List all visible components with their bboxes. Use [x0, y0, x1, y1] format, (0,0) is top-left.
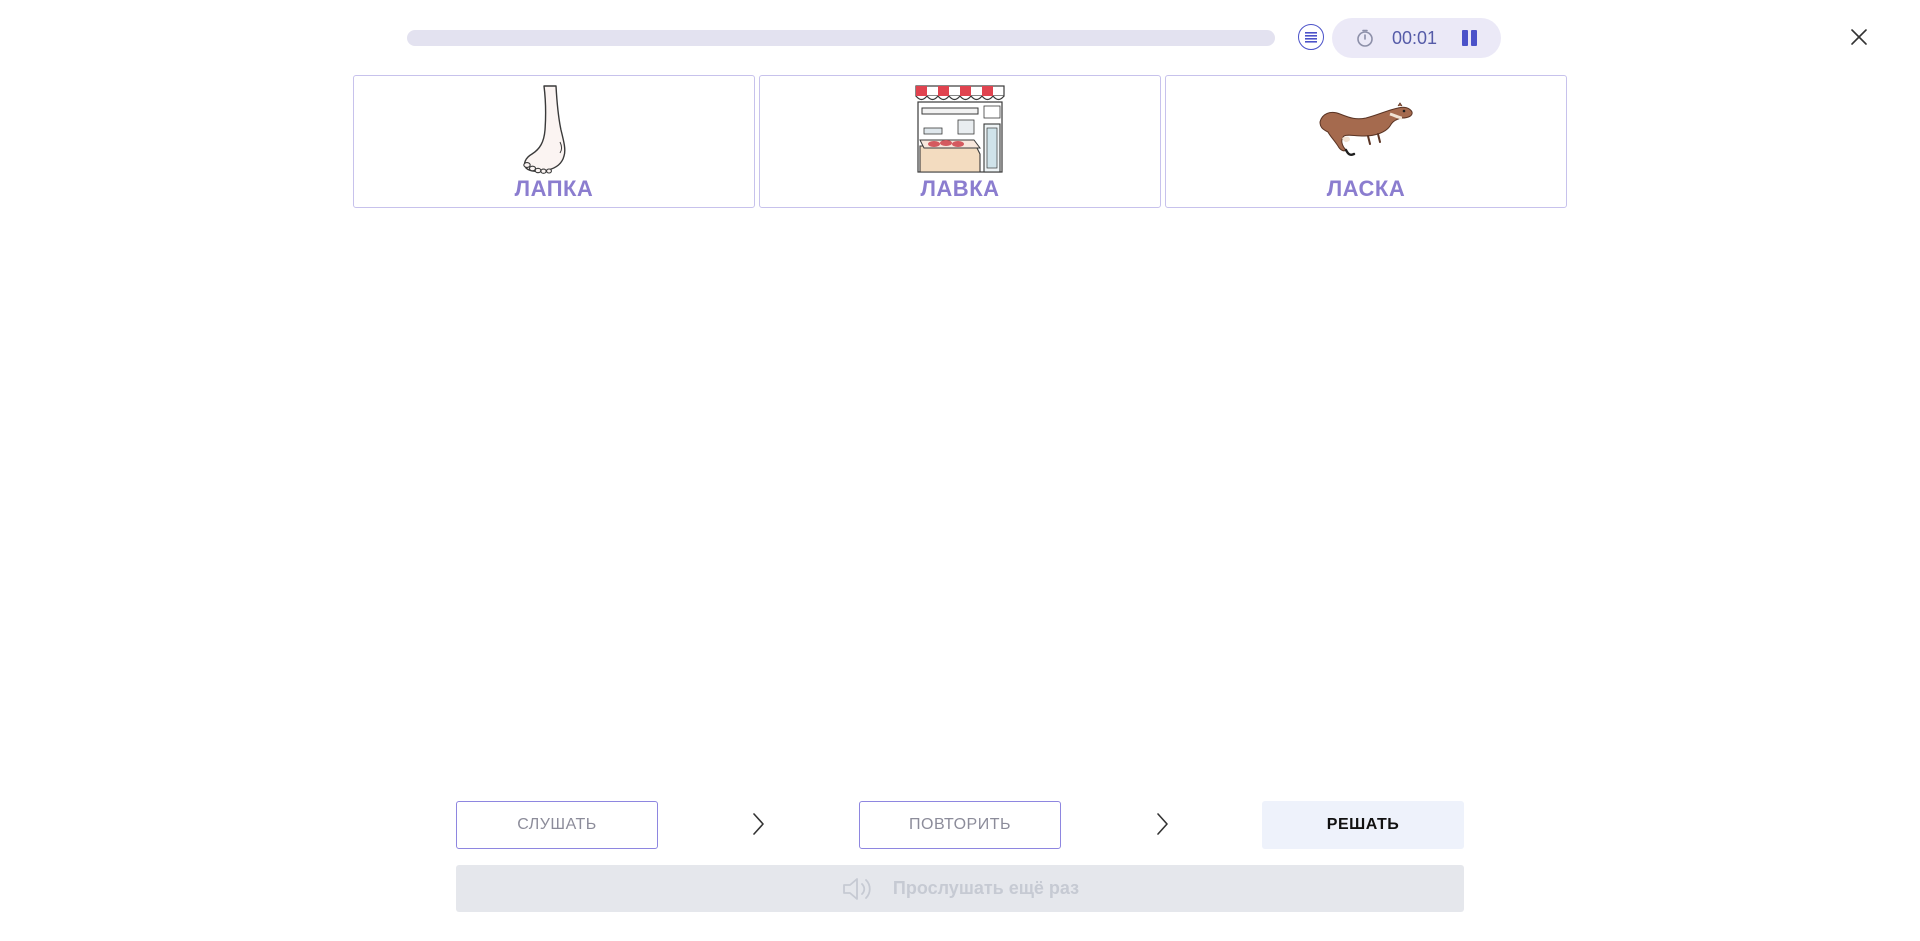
replay-label: Прослушать ещё раз: [892, 878, 1080, 898]
speaker-icon: [843, 877, 871, 900]
foot-picture: [523, 85, 566, 174]
stopwatch-icon: [1357, 29, 1373, 47]
repeat-button[interactable]: ПОВТОРИТЬ: [859, 801, 1061, 849]
pause-button[interactable]: [1458, 28, 1480, 48]
solve-button[interactable]: РЕШАТЬ: [1262, 801, 1464, 849]
word-card-laska[interactable]: ЛАСКА: [1165, 75, 1567, 208]
word-card-lapka[interactable]: ЛАПКА: [353, 75, 755, 208]
word-card-label: ЛАСКА: [1326, 176, 1406, 201]
exercise-screen: 00:01 ЛАПКА ЛАВКА ЛАСКА СЛУШАТЬ ПОВТОРИТ…: [0, 0, 1920, 941]
word-card-label: ЛАПКА: [514, 176, 594, 201]
list-icon: [1305, 32, 1317, 43]
chevron-right-icon: [1157, 813, 1168, 835]
task-list-button[interactable]: [1298, 24, 1324, 50]
timer-value: 00:01: [1392, 28, 1438, 48]
listen-button[interactable]: СЛУШАТЬ: [456, 801, 658, 849]
word-card-lavka[interactable]: ЛАВКА: [759, 75, 1161, 208]
close-button[interactable]: [1846, 24, 1872, 50]
word-cards: ЛАПКА ЛАВКА ЛАСКА: [353, 75, 1567, 208]
timer: 00:01: [1332, 18, 1501, 58]
progress-bar: [407, 30, 1275, 46]
chevron-right-icon: [753, 813, 764, 835]
replay-audio-button[interactable]: Прослушать ещё раз: [456, 865, 1464, 912]
close-icon: [1851, 29, 1867, 45]
word-card-label: ЛАВКА: [920, 176, 1000, 201]
shop-stall-picture: [915, 85, 1005, 173]
weasel-picture: [1319, 102, 1413, 156]
